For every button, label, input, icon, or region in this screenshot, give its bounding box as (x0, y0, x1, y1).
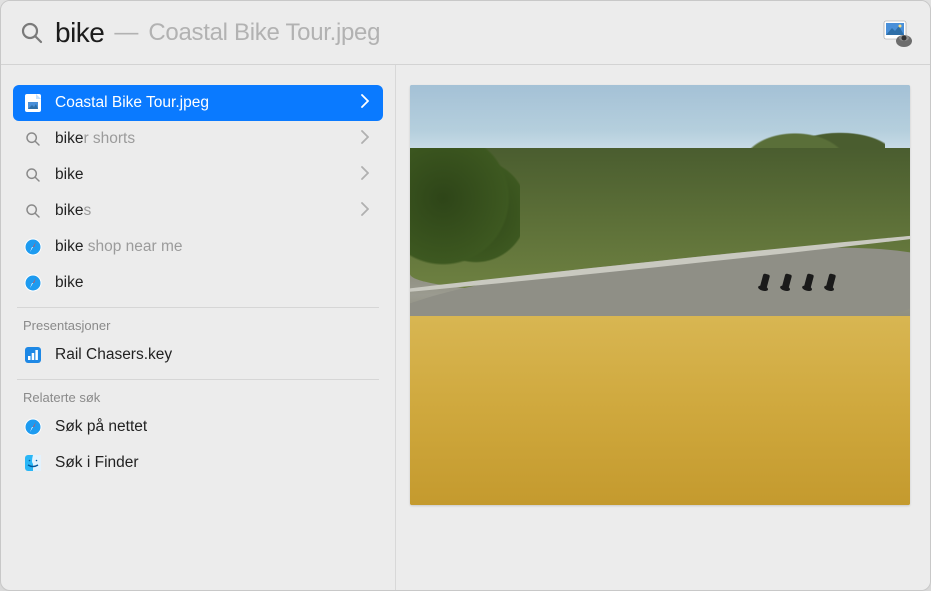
result-label: bike (55, 166, 83, 184)
spotlight-window: bike — Coastal Bike Tour.jpeg Coastal Bi… (0, 0, 931, 591)
search-input[interactable]: bike (55, 17, 104, 49)
safari-icon (23, 417, 43, 437)
chevron-right-icon (361, 94, 373, 113)
result-suggestion[interactable]: biker shorts (13, 121, 383, 157)
main-area: Coastal Bike Tour.jpeg biker shorts bike (1, 65, 930, 590)
chevron-right-icon (361, 202, 373, 221)
search-header: bike — Coastal Bike Tour.jpeg (1, 1, 930, 65)
preview-pane (396, 65, 930, 590)
results-sidebar: Coastal Bike Tour.jpeg biker shorts bike (1, 65, 396, 590)
chevron-right-icon (361, 166, 373, 185)
preview-app-icon (880, 15, 916, 51)
section-header-presentations: Presentasjoner (13, 312, 383, 337)
file-image-icon (23, 93, 43, 113)
safari-icon (23, 273, 43, 293)
result-presentation[interactable]: Rail Chasers.key (13, 337, 383, 373)
result-web-suggestion[interactable]: bike shop near me (13, 229, 383, 265)
result-label: bike (55, 274, 83, 292)
chevron-right-icon (361, 130, 373, 149)
result-web-suggestion[interactable]: bike (13, 265, 383, 301)
keynote-icon (23, 345, 43, 365)
separator: — (114, 19, 138, 47)
image-preview[interactable] (410, 85, 910, 505)
result-suggestion[interactable]: bike (13, 157, 383, 193)
result-label: bike shop near me (55, 238, 183, 256)
search-icon (23, 165, 43, 185)
result-label: Søk i Finder (55, 454, 139, 472)
result-label: bikes (55, 202, 91, 220)
result-search-web[interactable]: Søk på nettet (13, 409, 383, 445)
result-label: Coastal Bike Tour.jpeg (55, 94, 209, 112)
search-icon (19, 20, 45, 46)
divider (17, 379, 379, 380)
result-top-hit[interactable]: Coastal Bike Tour.jpeg (13, 85, 383, 121)
top-result-title: Coastal Bike Tour.jpeg (148, 19, 380, 47)
finder-icon (23, 453, 43, 473)
divider (17, 307, 379, 308)
search-icon (23, 201, 43, 221)
result-label: Søk på nettet (55, 418, 147, 436)
result-search-finder[interactable]: Søk i Finder (13, 445, 383, 481)
safari-icon (23, 237, 43, 257)
result-label: Rail Chasers.key (55, 346, 172, 364)
result-suggestion[interactable]: bikes (13, 193, 383, 229)
section-header-related: Relaterte søk (13, 384, 383, 409)
search-icon (23, 129, 43, 149)
result-label: biker shorts (55, 130, 135, 148)
